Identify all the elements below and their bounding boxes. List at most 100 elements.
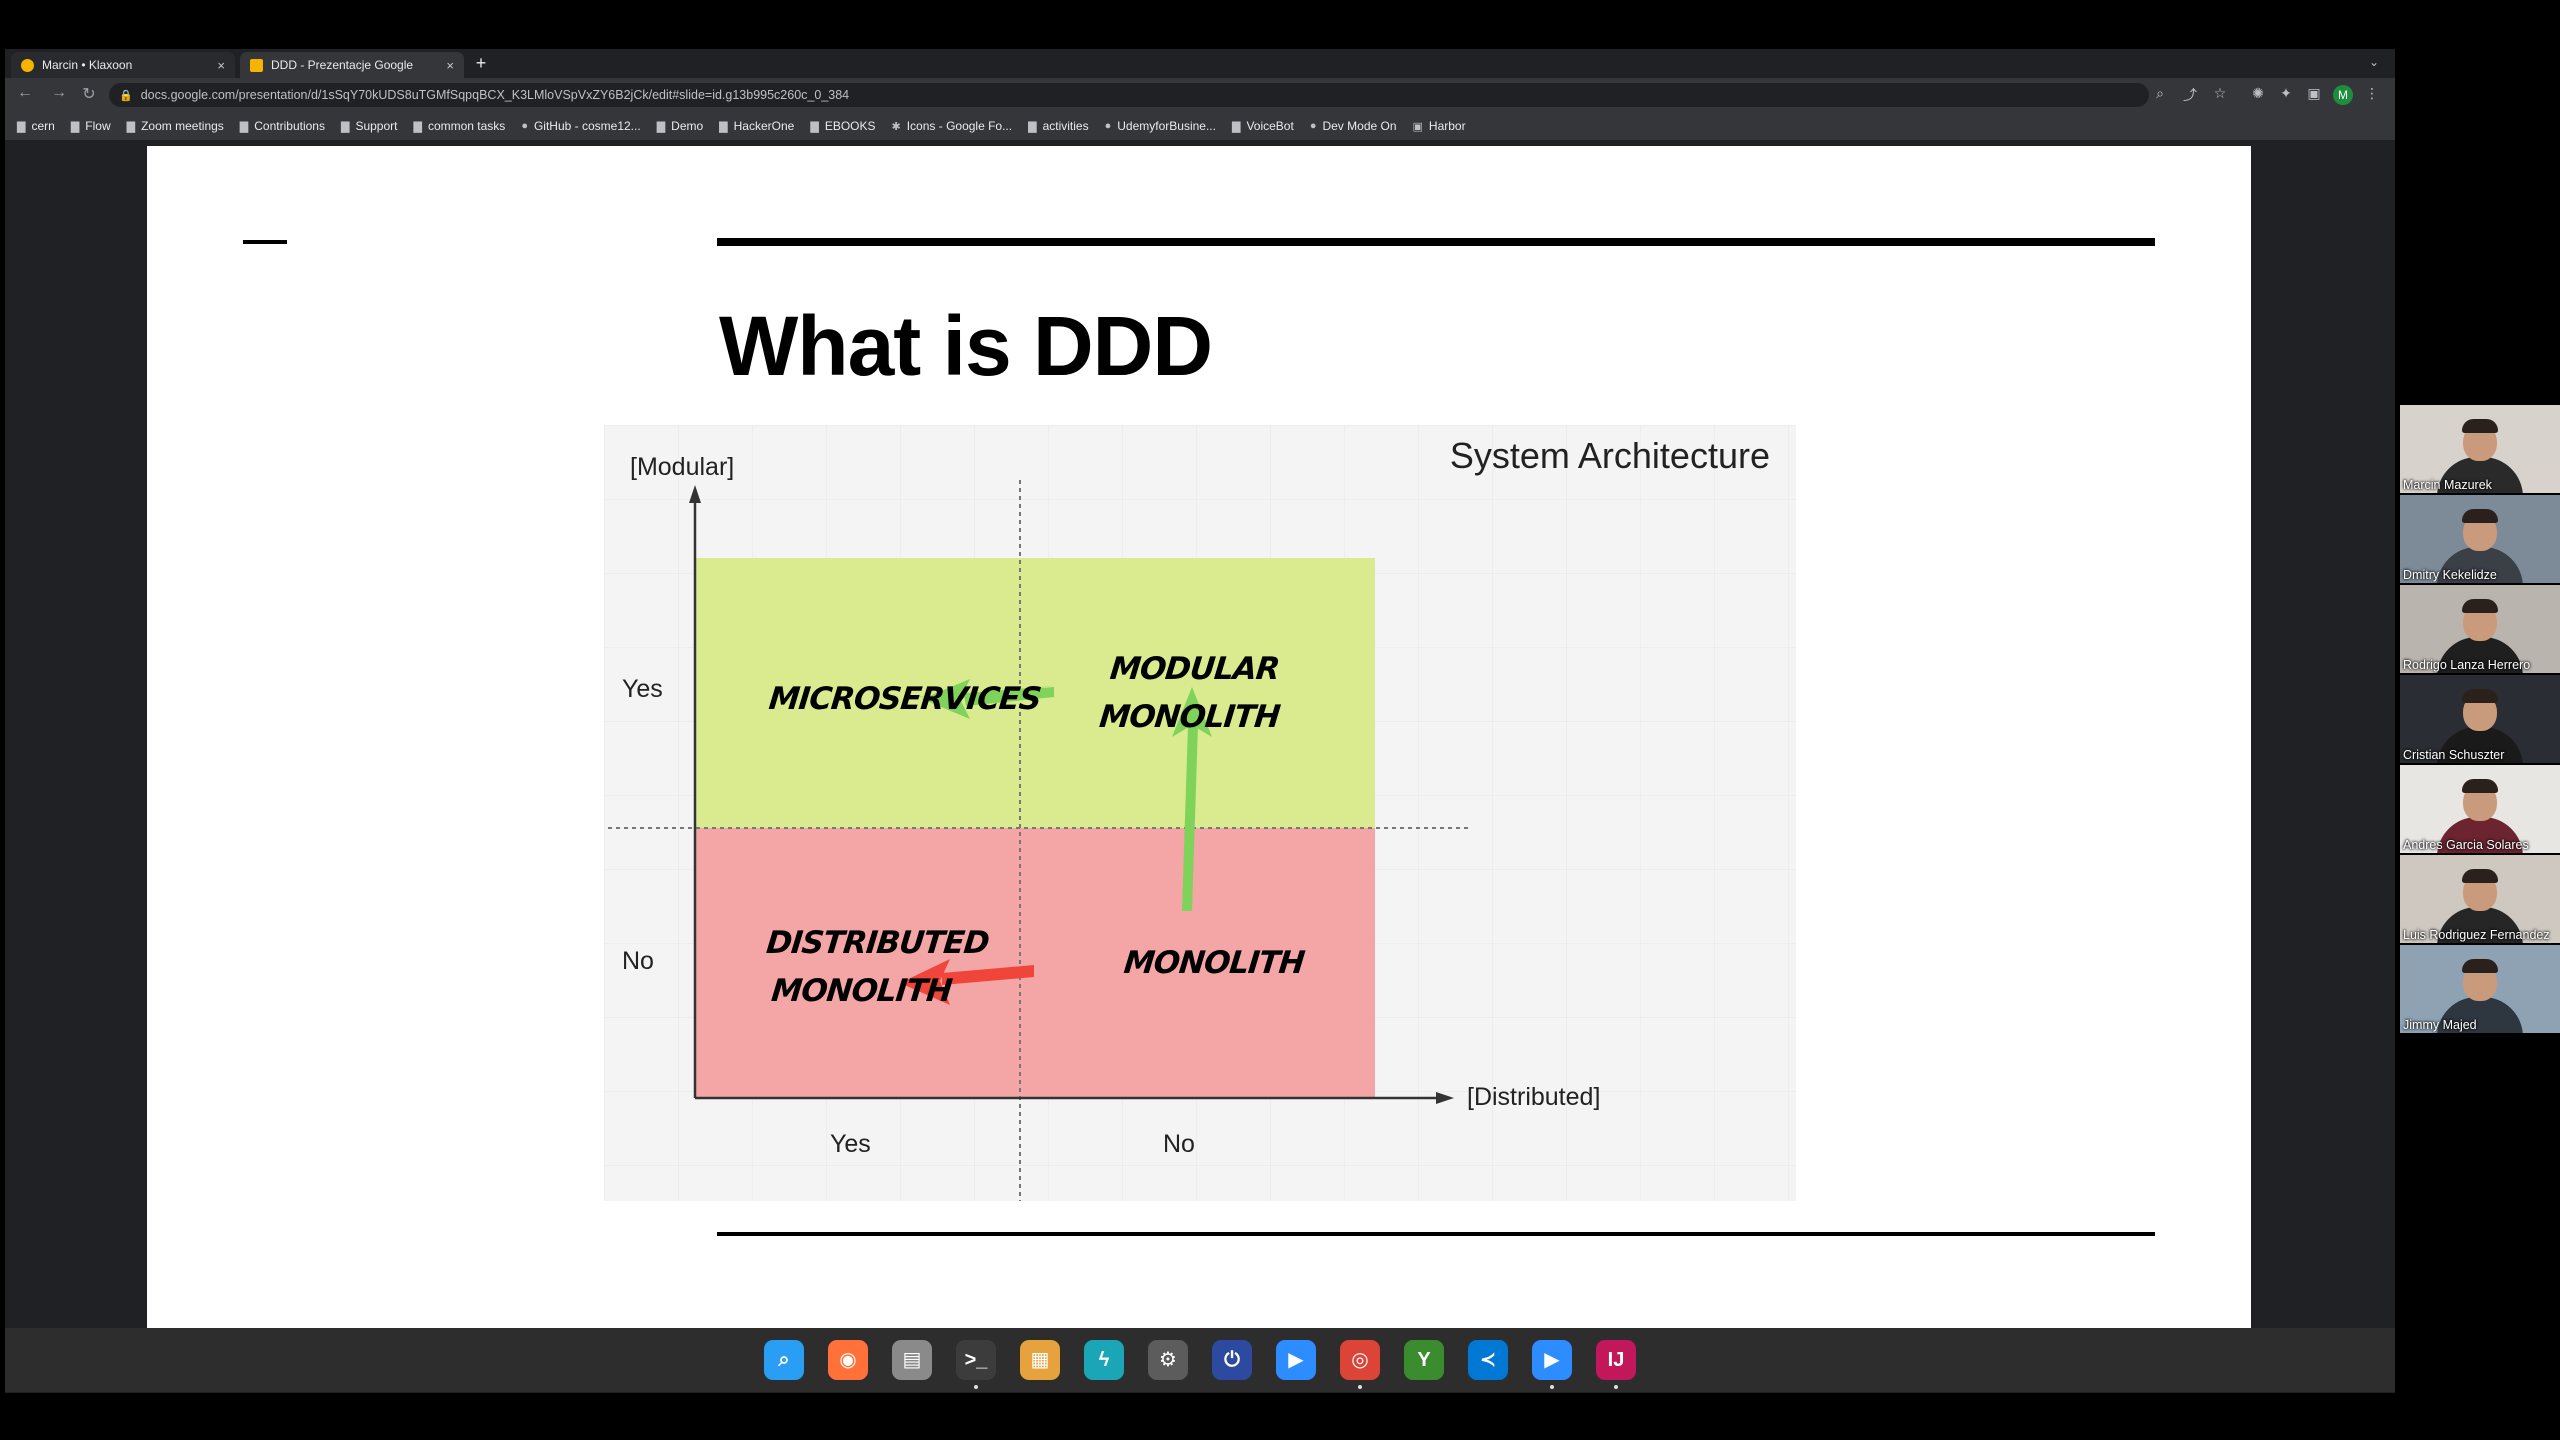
share-icon[interactable]: ⤴ <box>2181 85 2199 105</box>
tab-title: Marcin • Klaxoon <box>42 58 133 72</box>
participant-hair <box>2462 689 2498 703</box>
slide-top-rule <box>717 238 2155 246</box>
intellij-icon[interactable]: IJ <box>1596 1340 1636 1380</box>
participant-hair <box>2462 869 2498 883</box>
bookmark-folder-icon: ● <box>521 120 528 132</box>
menu-icon[interactable]: ⋮ <box>2363 85 2381 102</box>
vscode-icon[interactable]: ≺ <box>1468 1340 1508 1380</box>
running-indicator <box>974 1385 978 1389</box>
profile-avatar[interactable]: M <box>2333 85 2353 105</box>
diagram-title: System Architecture <box>1449 435 1770 476</box>
participant-video-tile[interactable]: Rodrigo Lanza Herrero <box>2400 585 2560 673</box>
running-indicator <box>1358 1385 1362 1389</box>
participant-name: Jimmy Majed <box>2403 1018 2477 1032</box>
participant-name: Rodrigo Lanza Herrero <box>2403 658 2531 672</box>
files-icon[interactable]: ▤ <box>892 1340 932 1380</box>
participant-video-tile[interactable]: Luis Rodriguez Fernandez <box>2400 855 2560 943</box>
participant-video-tile[interactable]: Cristian Schuszter <box>2400 675 2560 763</box>
bookmark-folder-icon: ▇ <box>413 120 422 133</box>
bookmark-label: UdemyforBusine... <box>1117 119 1216 133</box>
side-panel-icon[interactable]: ▣ <box>2305 85 2323 102</box>
bookmark-item[interactable]: ▇ common tasks <box>413 119 505 133</box>
participant-hair <box>2462 959 2498 973</box>
bookmark-folder-icon: ● <box>1104 120 1112 132</box>
bookmark-item[interactable]: ▇ VoiceBot <box>1232 119 1294 133</box>
participant-hair <box>2462 419 2498 433</box>
close-icon[interactable]: × <box>217 58 225 73</box>
distributed-monolith-line-1: DISTRIBUTED <box>764 925 991 961</box>
star-icon[interactable]: ☆ <box>2211 85 2229 102</box>
bookmark-label: VoiceBot <box>1246 119 1294 133</box>
y-app-icon[interactable]: Y <box>1404 1340 1444 1380</box>
zoom-meeting-icon[interactable]: ▶ <box>1532 1340 1572 1380</box>
terminal-icon[interactable]: >_ <box>956 1340 996 1380</box>
participant-name: Luis Rodriguez Fernandez <box>2403 928 2550 942</box>
x-tick-yes: Yes <box>830 1130 871 1158</box>
bookmark-label: Harbor <box>1428 119 1466 133</box>
zoom-icon[interactable]: ▶ <box>1276 1340 1316 1380</box>
bookmark-folder-icon: ▇ <box>810 120 819 133</box>
slide-bottom-rule <box>717 1232 2155 1236</box>
new-tab-button[interactable]: + <box>471 53 491 74</box>
bookmark-item[interactable]: ▇ Demo <box>657 119 703 133</box>
bookmark-folder-icon: ▇ <box>656 120 666 133</box>
power-app-icon[interactable]: ⏻ <box>1212 1340 1252 1380</box>
bookmark-item[interactable]: ▇ Zoom meetings <box>127 119 224 133</box>
slide-title: What is DDD <box>719 299 1213 393</box>
bookmark-item[interactable]: ▇ Support <box>341 119 398 133</box>
bookmark-folder-icon: ▇ <box>1231 120 1241 133</box>
chrome-icon[interactable]: ◎ <box>1340 1340 1380 1380</box>
extensions-puzzle-icon[interactable]: ✦ <box>2277 85 2295 102</box>
bolt-app-icon[interactable]: ϟ <box>1084 1340 1124 1380</box>
participant-video-tile[interactable]: Dmitry Kekelidze <box>2400 495 2560 583</box>
bookmark-item[interactable]: ● Dev Mode On <box>1310 119 1397 133</box>
participant-video-tile[interactable]: Marcin Mazurek <box>2400 405 2560 493</box>
bookmark-label: activities <box>1042 119 1089 133</box>
klaxoon-favicon-icon <box>21 58 34 72</box>
url-text[interactable]: docs.google.com/presentation/d/1sSqY70kU… <box>141 88 849 102</box>
participant-name: Dmitry Kekelidze <box>2403 568 2497 582</box>
settings-icon[interactable]: ⚙ <box>1148 1340 1188 1380</box>
bookmarks-bar: ▇ cern ▇ Flow ▇ Zoom meetings ▇ Contributions ▇ S… <box>5 112 2395 140</box>
tab-search-icon[interactable]: ⌄ <box>2369 55 2379 69</box>
bookmark-label: Dev Mode On <box>1322 119 1397 133</box>
participant-hair <box>2462 779 2498 793</box>
bookmark-item[interactable]: ▇ Contributions <box>240 119 325 133</box>
bookmark-folder-icon: ▇ <box>70 120 80 133</box>
participant-name: Cristian Schuszter <box>2403 748 2505 762</box>
distributed-monolith-line-2: MONOLITH <box>769 973 954 1009</box>
participant-video-tile[interactable]: Andres Garcia Solares <box>2400 765 2560 853</box>
bookmark-folder-icon: ▇ <box>1028 120 1037 133</box>
bookmark-item[interactable]: ▇ activities <box>1028 119 1088 133</box>
tab-google-slides[interactable]: DDD - Prezentacje Google × <box>240 52 464 78</box>
tab-klaxoon[interactable]: Marcin • Klaxoon × <box>11 52 235 78</box>
extension-icon[interactable]: ✺ <box>2249 85 2267 102</box>
bookmark-item[interactable]: ● UdemyforBusine... <box>1105 119 1216 133</box>
address-bar[interactable]: 🔒 docs.google.com/presentation/d/1sSqY70… <box>109 83 2149 107</box>
x-tick-no: No <box>1163 1130 1195 1158</box>
participant-hair <box>2462 509 2498 523</box>
bookmark-label: Contributions <box>254 119 325 133</box>
bookmark-label: Flow <box>85 119 111 133</box>
firefox-icon[interactable]: ◉ <box>828 1340 868 1380</box>
tab-strip: Marcin • Klaxoon × DDD - Prezentacje Goo… <box>5 49 2395 78</box>
bookmark-item[interactable]: ▇ Flow <box>71 119 111 133</box>
forward-icon[interactable]: → <box>49 84 69 102</box>
magnifier-app-icon[interactable]: ⌕ <box>764 1340 804 1380</box>
back-icon[interactable]: ← <box>15 84 35 102</box>
reload-icon[interactable]: ↻ <box>79 84 99 104</box>
lock-icon: 🔒 <box>119 89 133 102</box>
participant-video-tile[interactable]: Jimmy Majed <box>2400 945 2560 1033</box>
bookmark-item[interactable]: ● GitHub - cosme12... <box>521 119 640 133</box>
bookmark-item[interactable]: ▇ HackerOne <box>719 119 794 133</box>
zoom-icon[interactable]: ⌕ <box>2151 85 2169 102</box>
bookmark-label: Support <box>355 119 398 133</box>
bookmark-item[interactable]: ▣ Harbor <box>1413 119 1466 133</box>
bookmark-item[interactable]: ▇ cern <box>17 119 55 133</box>
archive-manager-icon[interactable]: ▦ <box>1020 1340 1060 1380</box>
bookmark-item[interactable]: ▇ EBOOKS <box>810 119 875 133</box>
bookmark-item[interactable]: ✱ Icons - Google Fo... <box>892 119 1013 133</box>
bookmark-label: Icons - Google Fo... <box>906 119 1013 133</box>
close-icon[interactable]: × <box>446 58 454 73</box>
modular-monolith-line-1: MODULAR <box>1108 651 1281 687</box>
